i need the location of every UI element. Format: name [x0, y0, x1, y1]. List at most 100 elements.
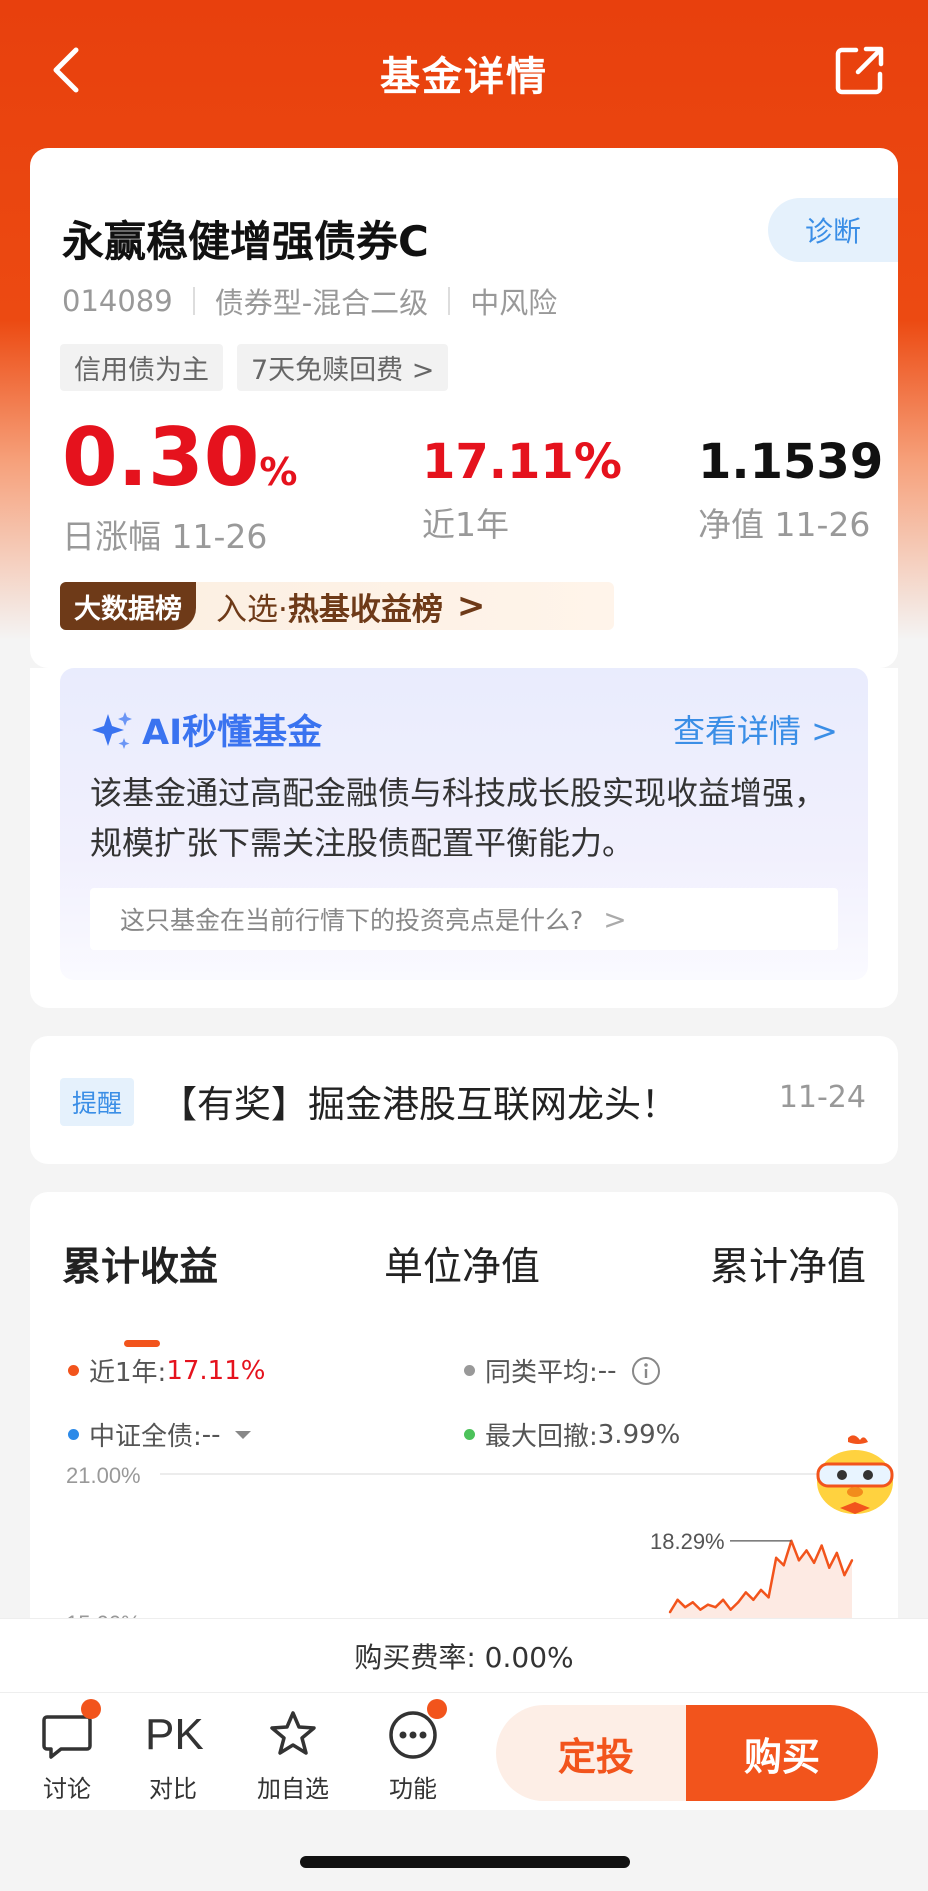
- star-icon: [270, 1711, 316, 1755]
- nav-value: 1.1539: [698, 434, 884, 490]
- chevron-right-icon: >: [603, 902, 627, 936]
- fund-meta: 014089 债券型-混合二级 中风险: [62, 280, 557, 322]
- tag-credit-bond: 信用债为主: [60, 344, 223, 391]
- data-point: [699, 1608, 702, 1611]
- legend-max-drawdown: 最大回撤: 3.99%: [464, 1416, 680, 1453]
- data-point: [714, 1606, 717, 1609]
- fund-name: 永赢稳健增强债券C: [62, 217, 429, 266]
- info-icon[interactable]: [631, 1356, 661, 1386]
- reminder-card[interactable]: 提醒 【有奖】掘金港股互联网龙头！ 11-24: [30, 1036, 898, 1164]
- tab-cumulative-nav[interactable]: 累计净值: [710, 1236, 866, 1292]
- legend-category-average: 同类平均: --: [464, 1352, 661, 1389]
- sparkle-icon: [92, 711, 132, 749]
- divider: [448, 287, 451, 315]
- page-title: 基金详情: [380, 54, 548, 100]
- share-icon[interactable]: [834, 44, 886, 96]
- legend-dot: [68, 1429, 79, 1440]
- fund-stats: 0.30% 日涨幅 11-26 17.11% 近1年 1.1539 净值 11-…: [62, 418, 883, 557]
- buy-button[interactable]: 购买: [686, 1705, 878, 1801]
- data-point: [843, 1573, 846, 1577]
- reminder-text: 【有奖】掘金港股互联网龙头！: [160, 1083, 678, 1126]
- nav-label: 净值 11-26: [698, 505, 871, 544]
- bottom-action-bar: 讨论 PK 对比 加自选 功能 定投 购买: [0, 1692, 928, 1810]
- rank-text: 入选·热基收益榜: [216, 591, 443, 628]
- nav-stat: 1.1539 净值 11-26: [698, 438, 883, 546]
- big-data-rank-badge: 大数据榜: [60, 582, 196, 630]
- performance-chart-card: 累计收益 单位净值 累计净值 近1年: 17.11% 同类平均: -- 中证全债: -…: [30, 1192, 898, 1632]
- peak-label: 18.29%: [650, 1529, 725, 1554]
- diagnose-button[interactable]: 诊断: [768, 198, 898, 262]
- legend-benchmark[interactable]: 中证全债: --: [68, 1416, 251, 1453]
- data-point: [737, 1601, 740, 1604]
- tag-redemption-fee[interactable]: 7天免赎回费 >: [237, 344, 449, 391]
- data-point: [828, 1566, 831, 1569]
- data-point: [782, 1564, 785, 1567]
- divider: [192, 287, 195, 315]
- data-point: [805, 1549, 808, 1552]
- fund-tags: 信用债为主 7天免赎回费 >: [60, 344, 449, 391]
- data-point: [812, 1561, 816, 1564]
- discuss-button[interactable]: 讨论: [22, 1699, 112, 1804]
- data-point: [683, 1606, 687, 1609]
- tab-cumulative-return[interactable]: 累计收益: [62, 1236, 218, 1292]
- data-point: [759, 1588, 763, 1592]
- legend-dot: [464, 1429, 475, 1440]
- one-year-stat: 17.11% 近1年: [422, 438, 622, 546]
- sip-button[interactable]: 定投: [496, 1705, 696, 1801]
- ai-view-details-link[interactable]: 查看详情 >: [673, 706, 838, 752]
- reminder-tag: 提醒: [60, 1078, 135, 1126]
- pk-icon: PK: [145, 1710, 204, 1759]
- daily-change-value: 0.30: [62, 411, 260, 504]
- fund-risk: 中风险: [470, 286, 558, 320]
- top-nav: 基金详情: [0, 0, 928, 145]
- tab-unit-nav[interactable]: 单位净值: [384, 1236, 540, 1292]
- ai-panel: AI秒懂基金 查看详情 > 该基金通过高配金融债与科技成长股实现收益增强，规模扩…: [60, 668, 868, 980]
- daily-change-stat: 0.30% 日涨幅 11-26: [62, 418, 297, 558]
- fund-code: 014089: [62, 284, 173, 318]
- data-point: [744, 1591, 748, 1594]
- data-point: [729, 1608, 732, 1611]
- notification-dot: [427, 1699, 447, 1719]
- home-indicator-area: [0, 1810, 928, 1891]
- purchase-fee-bar: 购买费率: 0.00%: [0, 1618, 928, 1692]
- data-point: [820, 1544, 823, 1547]
- data-point: [850, 1559, 854, 1562]
- return-chart[interactable]: 21.00%15.00%18.29%: [30, 1460, 898, 1632]
- mascot-assistant-icon[interactable]: [808, 1432, 902, 1522]
- ai-suggested-question[interactable]: 这只基金在当前行情下的投资亮点是什么? >: [90, 888, 838, 950]
- rank-banner[interactable]: 大数据榜 入选·热基收益榜 >: [60, 582, 614, 630]
- data-point: [835, 1551, 839, 1555]
- fund-summary-card: 永赢稳健增强债券C 诊断 014089 债券型-混合二级 中风险 信用债为主 7…: [30, 148, 898, 668]
- data-point: [691, 1601, 694, 1604]
- chevron-right-icon: >: [456, 586, 486, 626]
- data-point: [797, 1559, 801, 1562]
- home-indicator[interactable]: [300, 1856, 630, 1868]
- fund-type: 债券型-混合二级: [214, 286, 429, 320]
- caret-down-icon: [234, 1430, 251, 1439]
- compare-button[interactable]: PK 对比: [128, 1707, 218, 1804]
- ai-summary-text: 该基金通过高配金融债与科技成长股实现收益增强，规模扩张下需关注股债配置平衡能力。: [90, 774, 827, 862]
- daily-change-label: 日涨幅 11-26: [62, 517, 268, 556]
- one-year-value: 17.11%: [422, 434, 622, 490]
- add-watchlist-button[interactable]: 加自选: [248, 1707, 338, 1804]
- reminder-date: 11-24: [778, 1080, 866, 1115]
- data-point: [668, 1610, 672, 1614]
- one-year-label: 近1年: [422, 505, 509, 544]
- legend-dot: [464, 1365, 475, 1376]
- notification-dot: [81, 1699, 101, 1719]
- legend-dot: [68, 1365, 79, 1376]
- functions-button[interactable]: 功能: [368, 1699, 458, 1804]
- data-point: [676, 1598, 679, 1601]
- legend-one-year: 近1年: 17.11%: [68, 1352, 265, 1389]
- data-point: [706, 1603, 710, 1606]
- active-tab-indicator: [124, 1340, 160, 1347]
- data-point: [774, 1556, 778, 1560]
- data-point: [721, 1598, 725, 1601]
- ai-summary-card: AI秒懂基金 查看详情 > 该基金通过高配金融债与科技成长股实现收益增强，规模扩…: [30, 668, 898, 1008]
- data-point: [767, 1596, 770, 1599]
- data-point: [752, 1598, 755, 1601]
- y-tick-label: 21.00%: [66, 1463, 141, 1488]
- daily-change-unit: %: [259, 450, 298, 494]
- chart-tabs: 累计收益 单位净值 累计净值: [30, 1236, 898, 1347]
- ai-title: AI秒懂基金: [90, 704, 322, 755]
